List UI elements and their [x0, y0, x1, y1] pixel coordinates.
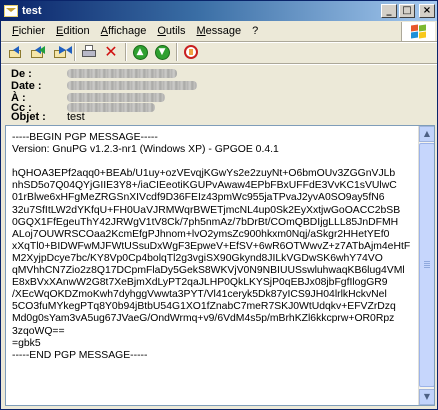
toolbar-separator: [74, 43, 76, 61]
windows-flag-icon: [411, 24, 427, 39]
message-body-pane[interactable]: -----BEGIN PGP MESSAGE----- Version: Gnu…: [5, 125, 435, 406]
toolbar-separator: [176, 43, 178, 61]
maximize-button[interactable]: □: [399, 4, 415, 18]
menu-message[interactable]: Message: [191, 23, 246, 39]
delete-icon: ✕: [104, 42, 118, 61]
title-bar[interactable]: test _ □ ×: [1, 1, 437, 21]
minimize-button[interactable]: _: [381, 4, 397, 18]
windows-logo: [401, 22, 435, 41]
reply-icon: [9, 46, 23, 58]
reply-all-button[interactable]: [29, 43, 47, 61]
from-label: De :: [11, 67, 32, 80]
subject-label: Objet :: [11, 110, 46, 123]
close-button[interactable]: ×: [419, 4, 435, 18]
address-book-icon: [184, 45, 198, 59]
previous-button[interactable]: ▲: [131, 43, 149, 61]
subject-row: Objet : test: [11, 110, 85, 123]
menu-fichier[interactable]: Fichier: [7, 23, 50, 39]
toolbar-separator: [125, 43, 127, 61]
scroll-thumb[interactable]: [419, 143, 434, 387]
scroll-down-button[interactable]: ▼: [419, 389, 434, 405]
toolbar: ✕ ▲ ▼: [1, 41, 437, 63]
previous-icon: ▲: [132, 44, 148, 60]
message-body-text[interactable]: -----BEGIN PGP MESSAGE----- Version: Gnu…: [12, 132, 412, 400]
next-icon: ▼: [154, 44, 170, 60]
window-title: test: [22, 5, 42, 17]
forward-button[interactable]: [51, 43, 72, 61]
date-label: Date :: [11, 79, 42, 92]
forward-icon: [53, 46, 72, 58]
print-button[interactable]: [80, 43, 98, 61]
from-value-redacted: [67, 69, 177, 78]
next-button[interactable]: ▼: [153, 43, 171, 61]
subject-value: test: [67, 110, 85, 123]
menu-outils[interactable]: Outils: [152, 23, 190, 39]
menu-edition[interactable]: Edition: [51, 23, 95, 39]
message-headers: De : Date : À : Cc : Objet : test: [1, 65, 437, 123]
message-window: test _ □ × Fichier Edition Affichage Out…: [0, 0, 438, 410]
vertical-scrollbar[interactable]: ▲ ▼: [418, 126, 434, 405]
date-value-redacted: [67, 81, 197, 90]
reply-button[interactable]: [7, 43, 25, 61]
delete-button[interactable]: ✕: [102, 43, 120, 61]
scroll-up-button[interactable]: ▲: [419, 126, 434, 142]
window-controls: _ □ ×: [381, 4, 435, 18]
address-book-button[interactable]: [182, 43, 200, 61]
menu-affichage[interactable]: Affichage: [96, 23, 152, 39]
print-icon: [81, 45, 97, 59]
envelope-icon: [4, 5, 18, 17]
menu-help[interactable]: ?: [247, 23, 263, 39]
menu-bar: Fichier Edition Affichage Outils Message…: [1, 21, 437, 41]
reply-all-icon: [31, 46, 45, 58]
